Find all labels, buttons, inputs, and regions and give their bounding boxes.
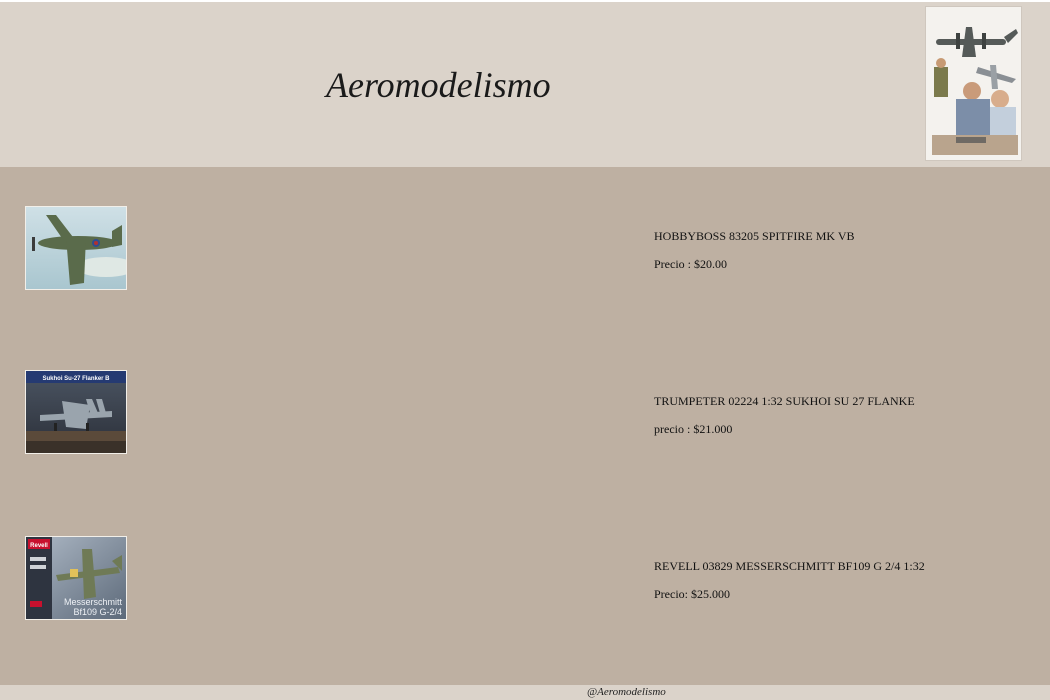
product-list: HOBBYBOSS 83205 SPITFIRE MK VB Precio : … bbox=[0, 167, 1050, 685]
product-price: Precio : $20.00 bbox=[654, 257, 727, 271]
product-price: precio : $21.000 bbox=[654, 422, 733, 436]
site-footer: @Aeromodelismo bbox=[0, 685, 1050, 700]
footer-text[interactable]: @Aeromodelismo bbox=[587, 686, 666, 698]
site-header: Aeromodelismo bbox=[0, 2, 1050, 167]
site-title: Aeromodelismo bbox=[326, 65, 551, 105]
page: Aeromodelismo HOBBYBOSS 83205 SPITFIRE M… bbox=[0, 0, 1050, 700]
sukhoi-product-image[interactable]: Sukhoi Su-27 Flanker B bbox=[25, 370, 127, 454]
spitfire-product-image[interactable] bbox=[25, 206, 127, 290]
product-price: Precio: $25.000 bbox=[654, 587, 730, 601]
box-subtitle-text: Bf109 G-2/4 bbox=[73, 607, 122, 617]
header-image bbox=[925, 6, 1022, 161]
product-name: TRUMPETER 02224 1:32 SUKHOI SU 27 FLANKE bbox=[654, 394, 915, 408]
box-banner-text: Sukhoi Su-27 Flanker B bbox=[42, 376, 110, 382]
box-title-text: Messerschmitt bbox=[64, 597, 123, 607]
messerschmitt-product-image[interactable]: Revell Messerschmitt Bf109 G-2/4 bbox=[25, 536, 127, 620]
product-name: HOBBYBOSS 83205 SPITFIRE MK VB bbox=[654, 229, 855, 243]
box-brand-text: Revell bbox=[30, 543, 48, 549]
product-name: REVELL 03829 MESSERSCHMITT BF109 G 2/4 1… bbox=[654, 559, 925, 573]
